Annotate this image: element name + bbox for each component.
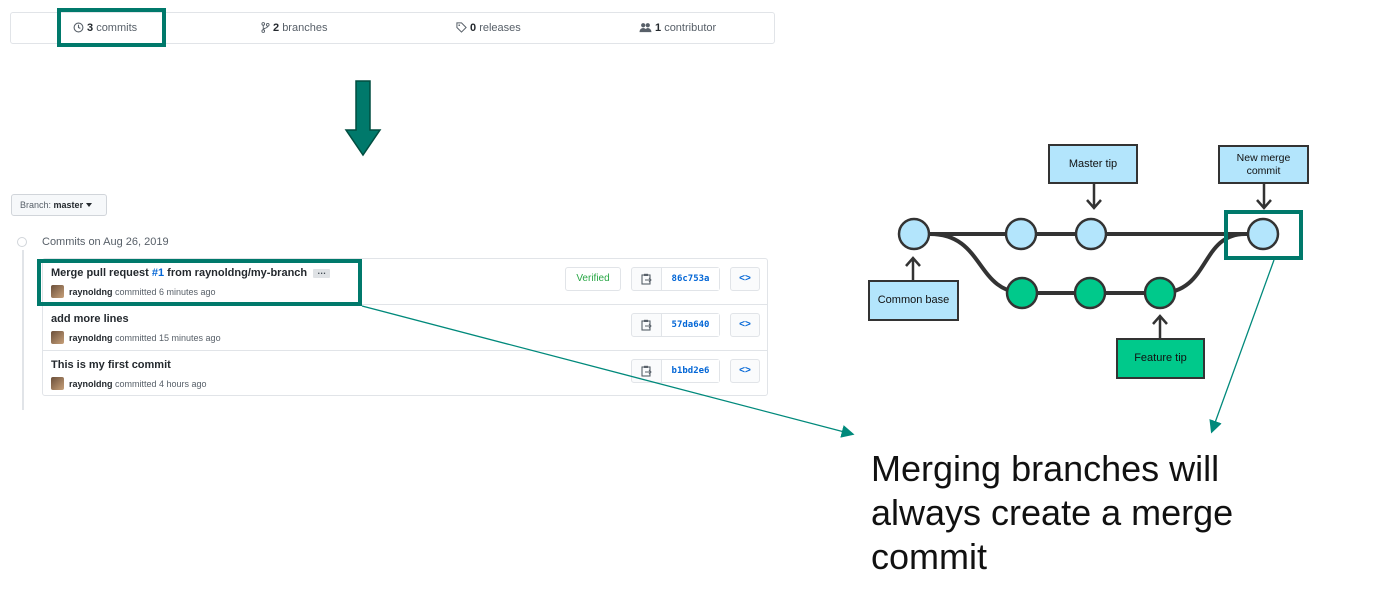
- new-merge-commit-label: New merge commit: [1218, 145, 1309, 184]
- master-commit-node: [1004, 217, 1038, 251]
- master-tip-label: Master tip: [1048, 144, 1138, 184]
- caption-text: Merging branches will always create a me…: [871, 448, 1234, 577]
- master-commit-node: [1074, 217, 1108, 251]
- feature-commit-node: [1073, 276, 1107, 310]
- pointer-line-to-caption: [361, 305, 855, 438]
- merge-commit-node: [1246, 217, 1280, 251]
- pointer-line-from-merge-node: [1209, 259, 1275, 434]
- feature-tip-label: Feature tip: [1116, 338, 1205, 379]
- feature-commit-node: [1005, 276, 1039, 310]
- label-arrows: [905, 184, 1272, 338]
- common-base-label: Common base: [868, 280, 959, 321]
- feature-commit-nodes: [1005, 276, 1177, 310]
- master-commit-node: [897, 217, 931, 251]
- feature-commit-node: [1143, 276, 1177, 310]
